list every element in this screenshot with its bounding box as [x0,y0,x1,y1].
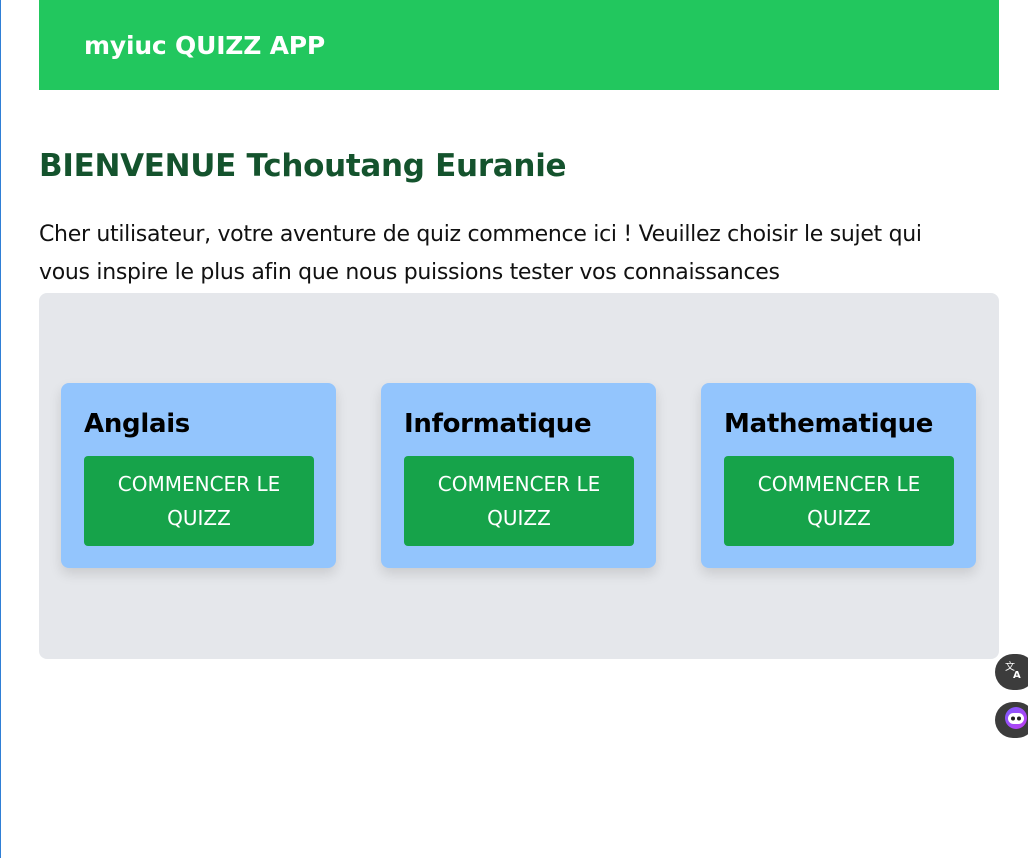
welcome-text: Cher utilisateur, votre aventure de quiz… [39,222,922,285]
start-quiz-button-anglais[interactable]: COMMENCER LE QUIZZ [84,456,314,546]
quiz-card-informatique: Informatique COMMENCER LE QUIZZ [381,383,656,568]
translate-icon: 文 A [1004,660,1024,684]
quiz-card-title: Mathematique [724,409,934,439]
app-title: myiuc QUIZZ APP [84,30,326,60]
quiz-card-mathematique: Mathematique COMMENCER LE QUIZZ [701,383,976,568]
translate-button[interactable]: 文 A [995,654,1028,690]
start-quiz-button-informatique[interactable]: COMMENCER LE QUIZZ [404,456,634,546]
assistant-icon [1004,706,1028,734]
welcome-heading: BIENVENUE Tchoutang Euranie [39,148,567,184]
quiz-card-title: Informatique [404,409,592,439]
assistant-button[interactable] [995,702,1028,738]
quiz-card-anglais: Anglais COMMENCER LE QUIZZ [61,383,336,568]
quiz-subjects-panel: Anglais COMMENCER LE QUIZZ Informatique … [39,293,999,659]
svg-text:A: A [1013,670,1021,680]
quiz-card-title: Anglais [84,409,190,439]
window-edge [0,0,1,858]
start-quiz-button-mathematique[interactable]: COMMENCER LE QUIZZ [724,456,954,546]
app-header: myiuc QUIZZ APP [39,0,999,90]
